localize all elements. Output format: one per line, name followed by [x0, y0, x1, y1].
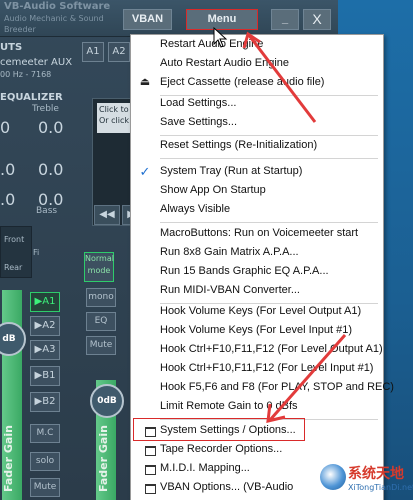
mono-button[interactable]: mono	[86, 288, 116, 307]
brand-line2: Audio Mechanic & Sound Breeder	[4, 14, 104, 34]
menu-separator	[160, 222, 378, 223]
menu-item-hook-ctrl-input[interactable]: Hook Ctrl+F10,F11,F12 (For Level Input #…	[131, 359, 383, 378]
front-label: Front	[4, 235, 25, 244]
close-button[interactable]: X	[303, 9, 331, 30]
bus-a1-side-button[interactable]: ▶A1	[30, 292, 60, 312]
menu-item-macrobuttons[interactable]: MacroButtons: Run on Voicemeeter start	[131, 224, 383, 243]
mute-button[interactable]: Mute	[86, 336, 116, 355]
menu-item-eject-cassette[interactable]: ⏏ Eject Cassette (release audio file)	[131, 73, 383, 92]
menu-item-midi-vban-converter[interactable]: Run MIDI-VBAN Converter...	[131, 281, 383, 300]
menu-item-auto-restart[interactable]: Auto Restart Audio Engine	[131, 54, 383, 73]
mid-value[interactable]: 0.0	[38, 160, 63, 179]
eq-button[interactable]: EQ	[86, 312, 116, 331]
left-knob-value-top: 0	[0, 118, 11, 137]
menu-item-reset-settings[interactable]: Reset Settings (Re-Initialization)	[131, 136, 383, 155]
menu-item-gain-matrix[interactable]: Run 8x8 Gain Matrix A.P.A...	[131, 243, 383, 262]
voicemeeter-window: VB-Audio Software Audio Mechanic & Sound…	[0, 0, 413, 500]
normal-mode-button[interactable]: Normal mode	[84, 252, 114, 282]
solo-button[interactable]: solo	[30, 452, 60, 471]
minimize-button[interactable]: _	[271, 9, 299, 30]
bass-label: Bass	[36, 206, 58, 216]
menu-item-restart-audio-engine[interactable]: Restart Audio Engine	[131, 35, 383, 54]
fader-mid-knob[interactable]: 0dB	[90, 384, 124, 418]
eject-icon: ⏏	[139, 76, 151, 88]
menu-item-hook-volume-output[interactable]: Hook Volume Keys (For Level Output A1)	[131, 302, 383, 321]
menu-item-hook-f5-f6-f8[interactable]: Hook F5,F6 and F8 (For PLAY, STOP and RE…	[131, 378, 394, 397]
pan-panel[interactable]: Front Rear	[0, 226, 32, 278]
menu-item-limit-remote-gain[interactable]: Limit Remote Gain to 0 dBfs	[131, 397, 383, 416]
menu-item-show-app-on-startup[interactable]: Show App On Startup	[131, 181, 383, 200]
watermark-logo: 系统天地 XiTongTianDi.net	[318, 460, 413, 500]
watermark-subtitle: XiTongTianDi.net	[348, 483, 413, 492]
brand-line1: VB-Audio Software	[4, 1, 111, 12]
menu-item-hook-ctrl-output[interactable]: Hook Ctrl+F10,F11,F12 (For Level Output …	[131, 340, 383, 359]
menu-item-hook-volume-input[interactable]: Hook Volume Keys (For Level Input #1)	[131, 321, 383, 340]
menu-item-system-tray[interactable]: ✓ System Tray (Run at Startup)	[131, 162, 383, 181]
bus-b2-side-button[interactable]: ▶B2	[30, 392, 60, 412]
left-knob-value-bot: .0	[0, 190, 16, 209]
vban-button[interactable]: VBAN	[123, 9, 172, 30]
section-label-inputs: UTS	[0, 42, 23, 53]
watermark-title: 系统天地	[348, 466, 404, 482]
device-info: 00 Hz - 7168	[0, 70, 52, 79]
section-label-equalizer: EQUALIZER	[0, 92, 63, 103]
bus-a3-side-button[interactable]: ▶A3	[30, 340, 60, 360]
treble-value[interactable]: 0.0	[38, 118, 63, 137]
bus-a2-top-button[interactable]: A2	[108, 42, 130, 62]
fi-label: Fi	[33, 248, 40, 257]
bus-b1-side-button[interactable]: ▶B1	[30, 366, 60, 386]
mute2-button[interactable]: Mute	[30, 478, 60, 497]
menu-item-always-visible[interactable]: Always Visible	[131, 200, 383, 219]
menu-separator	[160, 158, 378, 159]
globe-icon	[320, 464, 346, 490]
left-knob-value-mid: .0	[0, 160, 16, 179]
menu-item-graphic-eq[interactable]: Run 15 Bands Graphic EQ A.P.A...	[131, 262, 383, 281]
menu-item-save-settings[interactable]: Save Settings...	[131, 113, 383, 132]
treble-label: Treble	[32, 104, 59, 114]
fader-left-knob[interactable]: dB	[0, 322, 26, 356]
bus-a1-top-button[interactable]: A1	[82, 42, 104, 62]
highlight-box-system-settings	[133, 418, 305, 441]
checkmark-icon: ✓	[139, 164, 151, 179]
menu-item-load-settings[interactable]: Load Settings...	[131, 94, 383, 113]
device-name[interactable]: cemeeter AUX	[0, 57, 72, 68]
rewind-icon[interactable]: ◀◀	[94, 205, 120, 225]
bus-a2-side-button[interactable]: ▶A2	[30, 316, 60, 336]
menu-item-tape-recorder-options[interactable]: Tape Recorder Options...	[131, 440, 383, 459]
menu-button[interactable]: Menu	[186, 9, 258, 30]
fader-gain-label-left: Fader Gain	[2, 425, 15, 492]
fader-gain-label-mid: Fader Gain	[97, 425, 110, 492]
rear-label: Rear	[4, 263, 23, 272]
mc-button[interactable]: M.C	[30, 424, 60, 443]
